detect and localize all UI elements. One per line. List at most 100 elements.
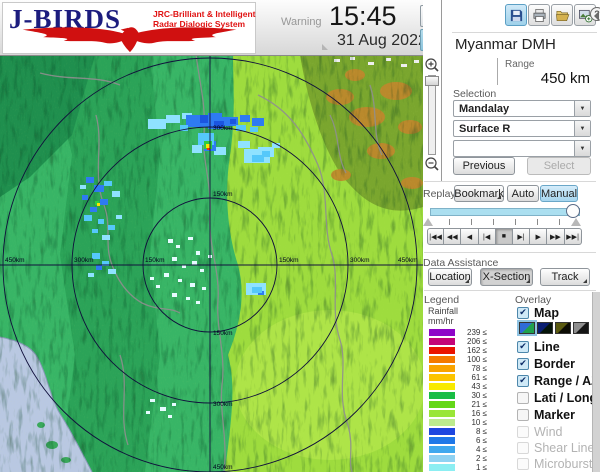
open-file-button[interactable] xyxy=(551,4,573,26)
svg-text:300km: 300km xyxy=(74,257,94,264)
legend-row: 8 ≤ xyxy=(429,427,487,436)
skip-end-button[interactable]: ▶▶| xyxy=(564,228,582,245)
jbirds-logo: J-BIRDS JRC-Brilliant & Intelligent Rada… xyxy=(2,2,256,54)
zoom-in-icon xyxy=(425,58,439,72)
overlay-item-wind[interactable]: Wind xyxy=(517,424,562,439)
legend-row: 1 ≤ xyxy=(429,463,487,472)
map-style-gray[interactable] xyxy=(573,322,589,334)
chevron-down-icon[interactable]: ▼ xyxy=(574,121,590,136)
clock-date: 31 Aug 2022 xyxy=(337,32,427,49)
map-style-dark-blue[interactable] xyxy=(537,322,553,334)
previous-button[interactable]: Previous xyxy=(453,157,515,175)
replay-slider-track[interactable] xyxy=(430,208,580,216)
play-reverse-button[interactable]: ◀ xyxy=(461,228,479,245)
zoom-out-button[interactable] xyxy=(424,156,440,172)
overlay-scrollbar[interactable] xyxy=(592,292,600,472)
legend-row: 43 ≤ xyxy=(429,382,487,391)
print-button[interactable] xyxy=(528,4,550,26)
legend-row: 239 ≤ xyxy=(429,328,487,337)
manual-button[interactable]: Manual xyxy=(540,185,578,202)
svg-text:150km: 150km xyxy=(213,191,233,198)
overlay-item-shear-line[interactable]: Shear Line xyxy=(517,440,594,455)
legend-row: 16 ≤ xyxy=(429,409,487,418)
separator xyxy=(424,290,596,291)
step-back-button[interactable]: |◀ xyxy=(478,228,496,245)
checkbox xyxy=(517,441,529,454)
checkbox xyxy=(517,357,529,370)
slider-tick xyxy=(515,219,516,225)
legend-row: 10 ≤ xyxy=(429,418,487,427)
zoom-in-button[interactable] xyxy=(424,57,440,73)
overlay-item-microburst[interactable]: Microburst xyxy=(517,456,592,471)
checkbox xyxy=(517,306,529,319)
playback-controls: |◀◀ ◀◀ ◀ |◀ ■ ▶| ▶ ▶▶ ▶▶| xyxy=(427,228,582,245)
legend-row: 162 ≤ xyxy=(429,346,487,355)
jbirds-radar-app: 450km 300km 150km 150km 300km 450km 300k… xyxy=(0,0,600,472)
zoom-slider-track[interactable] xyxy=(428,75,436,155)
svg-text:300km: 300km xyxy=(213,401,233,408)
select-button[interactable]: Select xyxy=(527,157,591,175)
slider-tick xyxy=(559,219,560,225)
play-button[interactable]: ▶ xyxy=(530,228,548,245)
legend-unit-1: Rainfall xyxy=(428,306,459,316)
save-button[interactable] xyxy=(505,4,527,26)
separator xyxy=(452,32,597,33)
legend-row: 78 ≤ xyxy=(429,364,487,373)
legend-row: 6 ≤ xyxy=(429,436,487,445)
panel-divider xyxy=(441,0,442,182)
replay-slider-handle[interactable] xyxy=(566,204,580,218)
overlay-item-map[interactable]: Map xyxy=(517,305,559,320)
resize-grip-icon[interactable] xyxy=(322,44,328,50)
product-dropdown-value: Surface R xyxy=(459,122,511,135)
extra-dropdown[interactable]: ▼ xyxy=(453,140,591,157)
svg-text:450km: 450km xyxy=(5,257,25,264)
svg-text:150km: 150km xyxy=(213,330,233,337)
chevron-down-icon[interactable]: ▼ xyxy=(574,141,590,156)
auto-button[interactable]: Auto xyxy=(507,185,539,202)
zoom-out-icon xyxy=(425,157,439,171)
location-button[interactable]: Location xyxy=(428,268,472,286)
x-section-button[interactable]: X-Section xyxy=(480,268,533,286)
legend-scale: 239 ≤ 206 ≤ 162 ≤ 100 ≤ 78 ≤ 61 ≤ 43 ≤ 3… xyxy=(429,328,487,472)
checkbox xyxy=(517,408,529,421)
svg-text:150km: 150km xyxy=(145,257,165,264)
map-style-swatches xyxy=(517,320,591,336)
svg-text:150km: 150km xyxy=(279,257,299,264)
panel-collapse-arrow-icon[interactable] xyxy=(594,11,599,21)
slider-start-marker-icon xyxy=(423,218,433,226)
fast-forward-button[interactable]: ▶▶ xyxy=(547,228,565,245)
skip-start-button[interactable]: |◀◀ xyxy=(427,228,445,245)
chevron-down-icon[interactable]: ▼ xyxy=(574,101,590,116)
zoom-slider-handle[interactable] xyxy=(425,76,439,86)
radar-map-display[interactable]: 450km 300km 150km 150km 300km 450km 300k… xyxy=(0,54,425,472)
map-style-dark-olive[interactable] xyxy=(555,322,571,334)
legend-row: 2 ≤ xyxy=(429,454,487,463)
range-label: Range xyxy=(505,59,535,70)
overlay-item-line[interactable]: Line xyxy=(517,339,560,354)
slider-tick xyxy=(471,219,472,225)
fast-rewind-button[interactable]: ◀◀ xyxy=(444,228,462,245)
overlay-item-range-az[interactable]: Range / AZ xyxy=(517,373,599,388)
replay-label: Replay xyxy=(423,188,456,200)
step-forward-button[interactable]: ▶| xyxy=(512,228,531,245)
overlay-item-lati-long[interactable]: Lati / Long xyxy=(517,390,597,405)
site-dropdown[interactable]: Mandalay ▼ xyxy=(453,100,591,117)
product-dropdown[interactable]: Surface R ▼ xyxy=(453,120,591,137)
bookmark-button[interactable]: Bookmark xyxy=(454,185,504,202)
svg-text:450km: 450km xyxy=(213,464,233,471)
overlay-item-marker[interactable]: Marker xyxy=(517,407,575,422)
checkbox xyxy=(517,425,529,438)
stop-button[interactable]: ■ xyxy=(495,228,513,245)
legend-row: 206 ≤ xyxy=(429,337,487,346)
checkbox xyxy=(517,340,529,353)
print-icon xyxy=(533,8,545,22)
checkbox xyxy=(517,457,529,470)
track-button[interactable]: Track xyxy=(540,268,590,286)
save-icon xyxy=(510,9,522,21)
svg-text:450km: 450km xyxy=(398,257,418,264)
overlay-item-border[interactable]: Border xyxy=(517,356,575,371)
clock-time: 15:45 xyxy=(329,1,397,31)
map-style-terrain[interactable] xyxy=(517,320,537,336)
legend-unit-2: mm/hr xyxy=(428,316,454,326)
slider-tick xyxy=(537,219,538,225)
